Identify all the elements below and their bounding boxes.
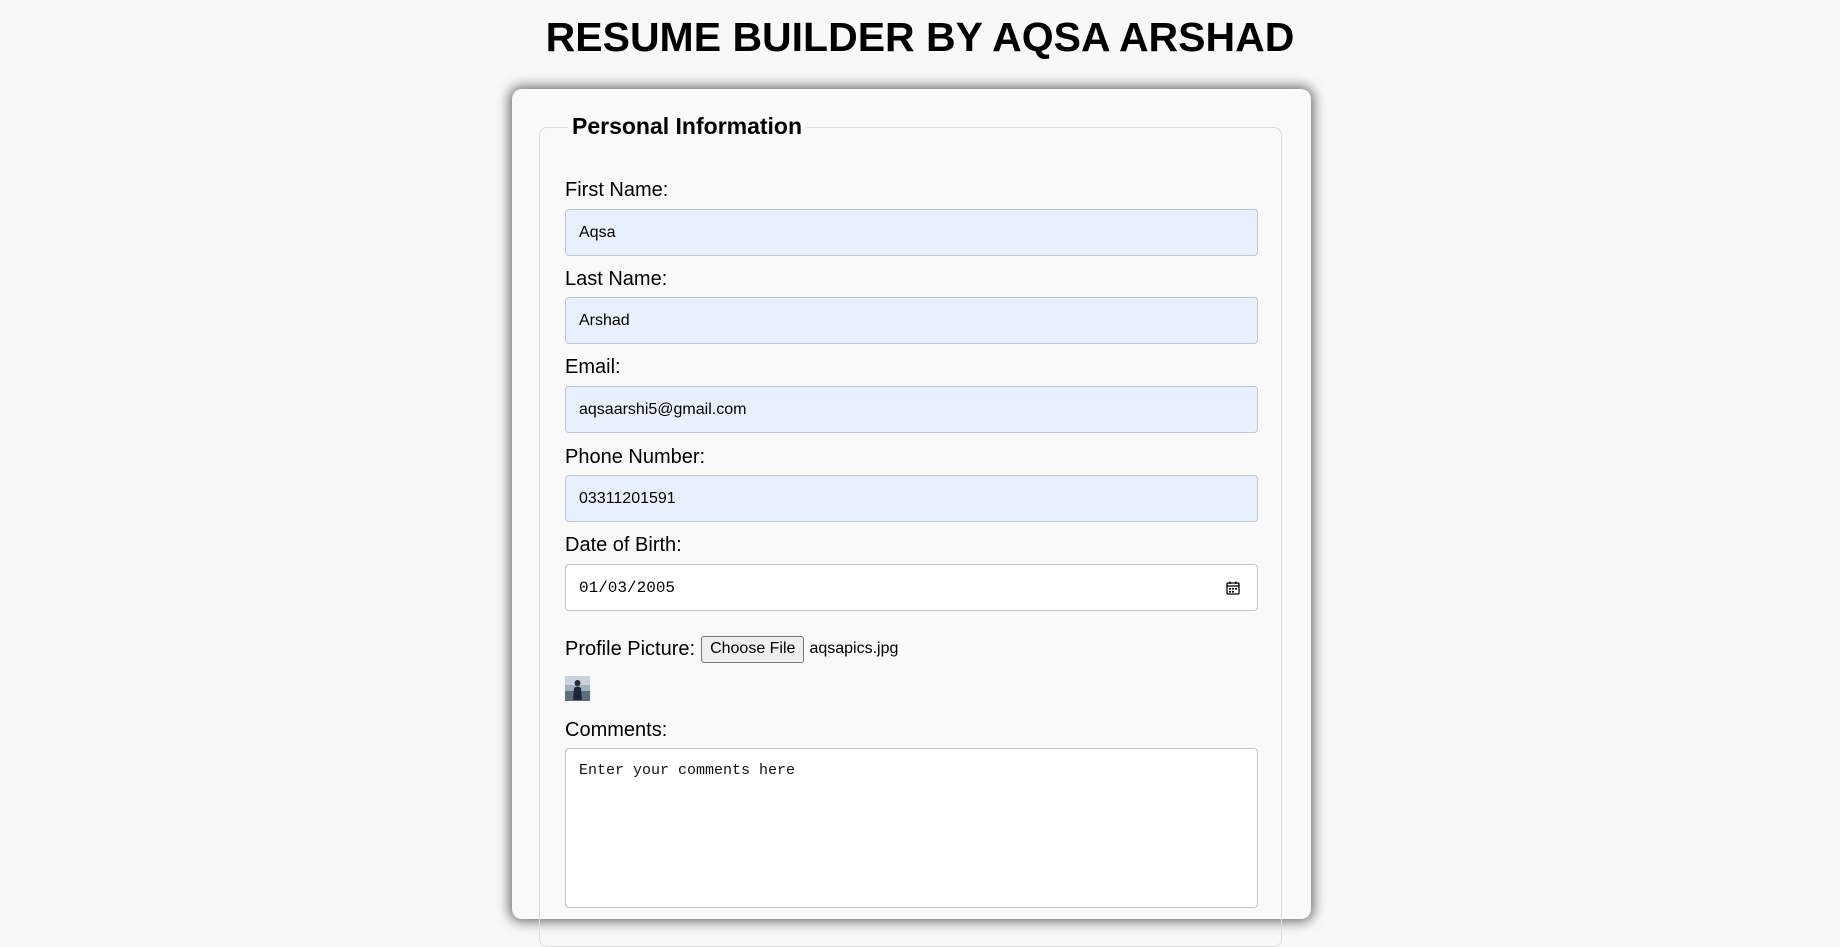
email-value: aqsaarshi5@gmail.com — [579, 400, 747, 418]
profile-picture-row: Profile Picture: Choose File aqsapics.jp… — [565, 635, 899, 663]
comments-placeholder: Enter your comments here — [579, 762, 796, 779]
page-title: RESUME BUILDER BY AQSA ARSHAD — [545, 14, 1295, 60]
last-name-input[interactable]: Arshad — [565, 297, 1258, 344]
dob-value: 01/03/2005 — [579, 578, 676, 597]
choose-file-button[interactable]: Choose File — [701, 635, 805, 663]
profile-picture-thumbnail — [565, 676, 590, 701]
last-name-label: Last Name: — [565, 268, 668, 290]
phone-input[interactable]: 03311201591 — [565, 475, 1258, 522]
calendar-icon[interactable] — [1226, 581, 1240, 595]
first-name-input[interactable]: Aqsa — [565, 209, 1258, 256]
dob-input[interactable]: 01/03/2005 — [565, 564, 1258, 611]
phone-label: Phone Number: — [565, 446, 706, 468]
dob-label: Date of Birth: — [565, 534, 682, 556]
first-name-value: Aqsa — [579, 223, 616, 241]
phone-value: 03311201591 — [579, 489, 676, 507]
profile-picture-label: Profile Picture: — [565, 637, 696, 660]
email-input[interactable]: aqsaarshi5@gmail.com — [565, 386, 1258, 433]
first-name-label: First Name: — [565, 179, 669, 201]
personal-info-legend: Personal Information — [568, 113, 807, 140]
comments-label: Comments: — [565, 719, 668, 741]
comments-textarea[interactable]: Enter your comments here — [565, 748, 1258, 908]
last-name-value: Arshad — [579, 311, 630, 329]
email-label: Email: — [565, 356, 621, 378]
selected-file-name: aqsapics.jpg — [809, 640, 899, 657]
